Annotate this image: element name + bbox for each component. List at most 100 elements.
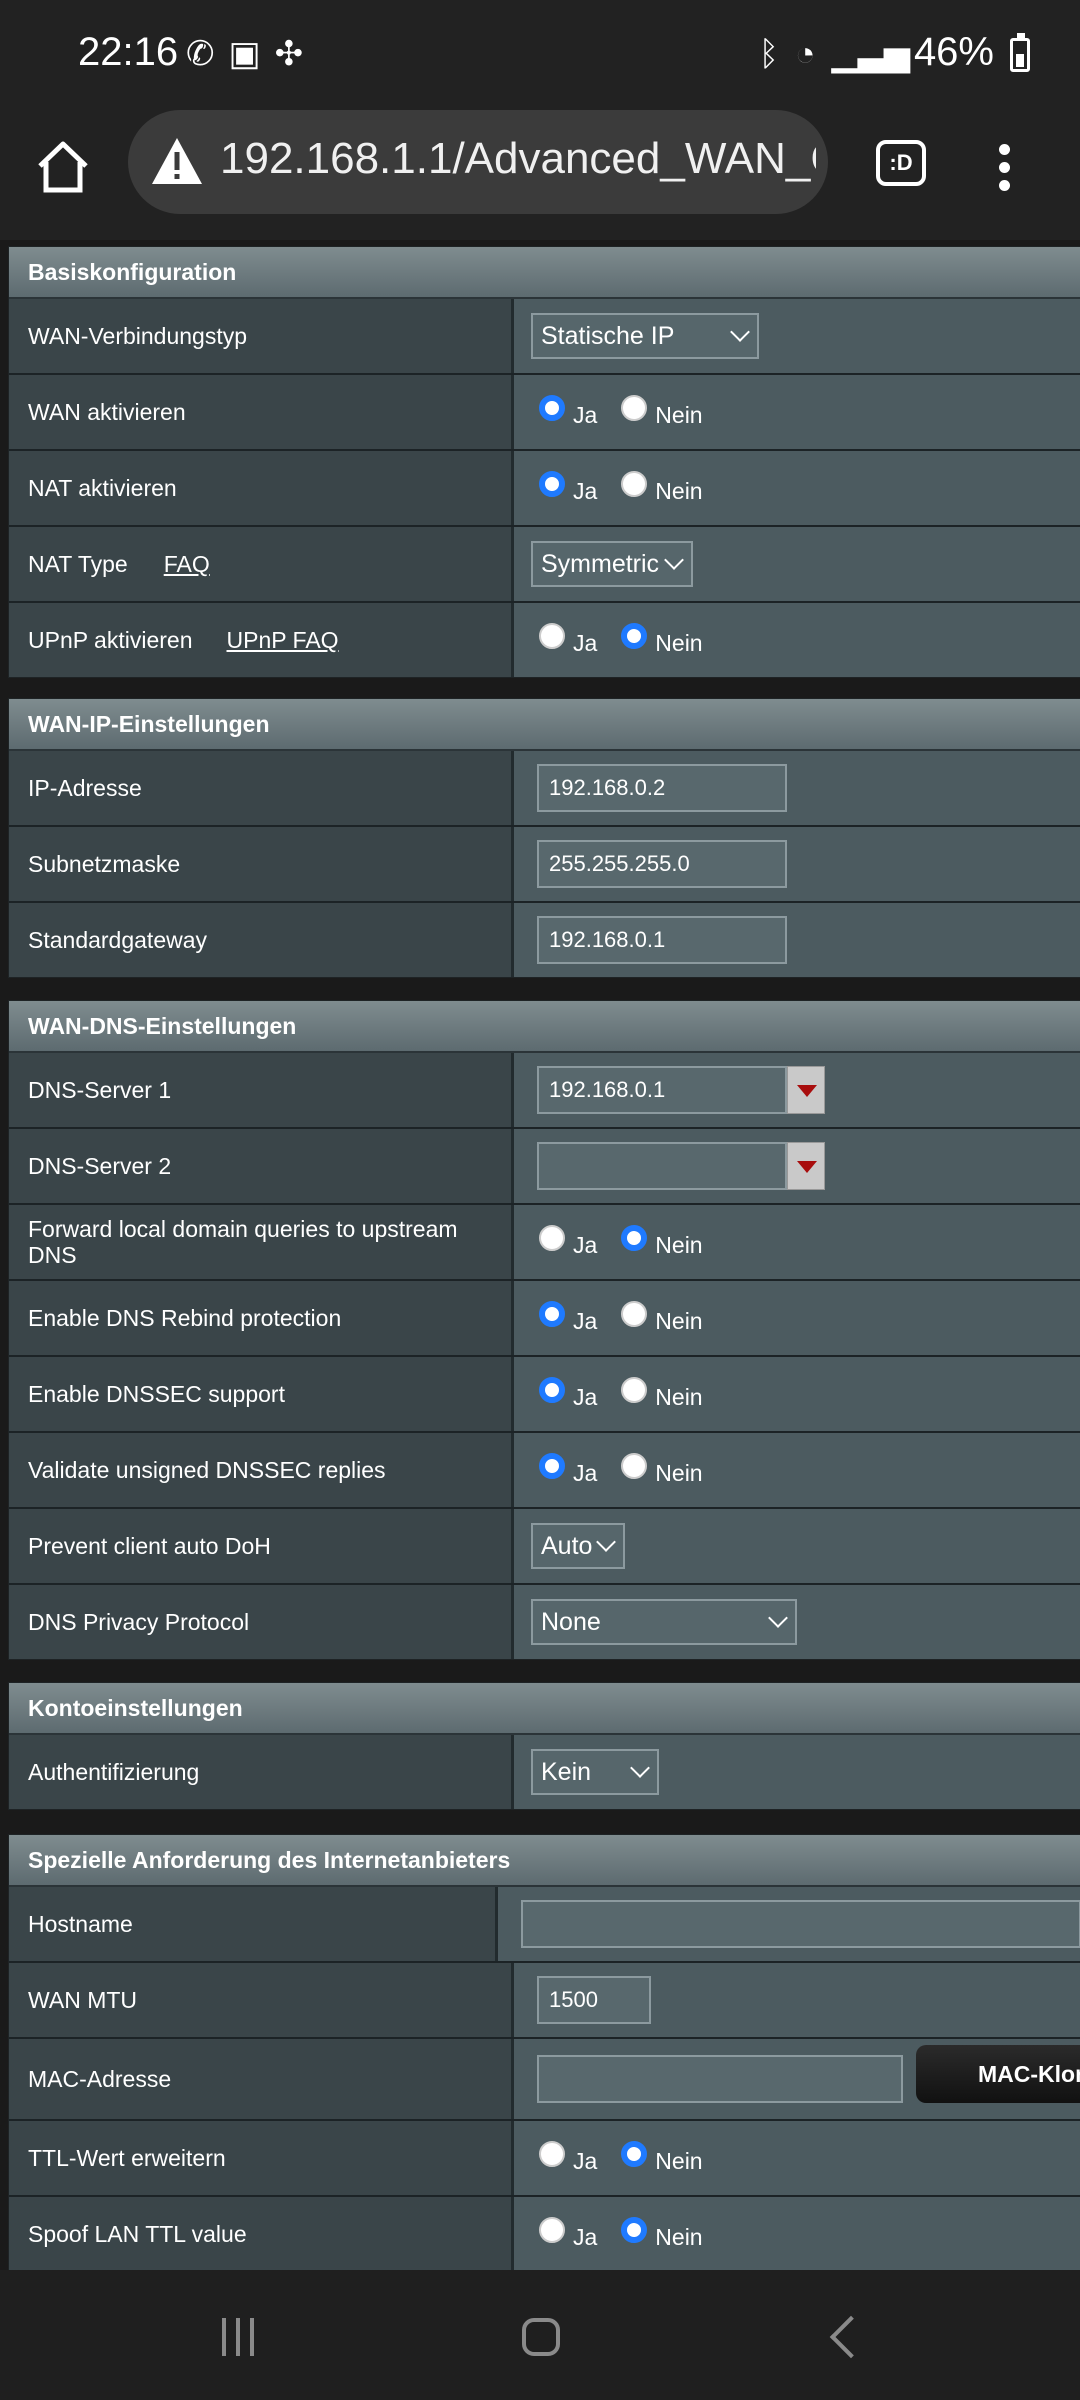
- doh-select[interactable]: Auto: [531, 1523, 625, 1569]
- radio-label: Nein: [655, 2223, 703, 2250]
- row-wan-enable: WAN aktivieren Ja Nein: [9, 375, 1080, 451]
- wan-type-select[interactable]: Statische IP: [531, 313, 759, 359]
- ip-address-input[interactable]: 192.168.0.2: [537, 764, 787, 812]
- section-title: Kontoeinstellungen: [9, 1683, 1080, 1735]
- row-validate-dnssec: Validate unsigned DNSSEC replies Ja Nein: [9, 1433, 1080, 1509]
- row-label: UPnP aktivieren UPnP FAQ: [9, 603, 514, 677]
- radio-label: Nein: [655, 1231, 703, 1258]
- notification-icons: ✆ ▣ ✣: [186, 34, 303, 74]
- router-settings-page: Basiskonfiguration WAN-Verbindungstyp St…: [0, 240, 1080, 2270]
- radio-yes[interactable]: [539, 1453, 565, 1479]
- radio-no[interactable]: [621, 1377, 648, 1403]
- row-dnssec: Enable DNSSEC support Ja Nein: [9, 1357, 1080, 1433]
- recent-apps-icon[interactable]: [222, 2318, 254, 2356]
- radio-no[interactable]: [621, 471, 648, 497]
- row-doh: Prevent client auto DoH Auto: [9, 1509, 1080, 1585]
- faq-link[interactable]: FAQ: [164, 551, 210, 578]
- row-gateway: Standardgateway 192.168.0.1: [9, 903, 1080, 977]
- row-wan-type: WAN-Verbindungstyp Statische IP: [9, 299, 1080, 375]
- tab-switcher-button[interactable]: :D: [876, 140, 926, 186]
- chevron-down-icon: [768, 1608, 788, 1628]
- row-label: Enable DNSSEC support: [9, 1357, 514, 1431]
- chevron-down-icon: [664, 550, 684, 570]
- row-nat-enable: NAT aktivieren Ja Nein: [9, 451, 1080, 527]
- system-nav-bar: [0, 2270, 1080, 2400]
- mac-address-input[interactable]: [537, 2055, 903, 2103]
- dns2-dropdown-button[interactable]: [787, 1142, 825, 1190]
- select-value: Statische IP: [541, 321, 675, 350]
- status-bar: 22:16 ✆ ▣ ✣ ᛒ ◔ ▁▃▅ 46%: [0, 0, 1080, 110]
- radio-label: Ja: [573, 2223, 598, 2250]
- radio-yes[interactable]: [539, 623, 565, 649]
- radio-no[interactable]: [621, 1225, 648, 1251]
- radio-no[interactable]: [621, 2141, 648, 2167]
- dns1-dropdown-button[interactable]: [787, 1066, 825, 1114]
- dns1-input[interactable]: 192.168.0.1: [537, 1066, 787, 1114]
- row-label: Authentifizierung: [9, 1735, 514, 1809]
- mac-clone-button[interactable]: MAC-Klon: [916, 2045, 1080, 2103]
- radio-no[interactable]: [621, 395, 648, 421]
- label-text: UPnP aktivieren: [28, 626, 193, 653]
- row-dns2: DNS-Server 2: [9, 1129, 1080, 1205]
- row-dns-privacy: DNS Privacy Protocol None: [9, 1585, 1080, 1659]
- radio-label: Ja: [573, 1307, 598, 1334]
- warning-icon[interactable]: [150, 134, 204, 188]
- section-title: WAN-IP-Einstellungen: [9, 699, 1080, 751]
- section-wan-dns: WAN-DNS-Einstellungen DNS-Server 1 192.1…: [8, 1000, 1080, 1660]
- home-icon[interactable]: [34, 138, 92, 196]
- row-label: Enable DNS Rebind protection: [9, 1281, 514, 1355]
- select-value: Auto: [541, 1531, 593, 1560]
- upnp-faq-link[interactable]: UPnP FAQ: [227, 627, 339, 654]
- nav-home-icon[interactable]: [522, 2318, 560, 2356]
- signal-icon: ▁▃▅: [831, 35, 910, 73]
- more-menu-icon[interactable]: [996, 144, 1012, 192]
- auth-select[interactable]: Kein: [531, 1749, 659, 1795]
- row-label: DNS-Server 1: [9, 1053, 514, 1127]
- gateway-input[interactable]: 192.168.0.1: [537, 916, 787, 964]
- radio-yes[interactable]: [539, 1225, 565, 1251]
- radio-yes[interactable]: [539, 2217, 565, 2243]
- radio-yes[interactable]: [539, 395, 565, 421]
- hostname-input[interactable]: [521, 1900, 1080, 1948]
- row-label: WAN aktivieren: [9, 375, 514, 449]
- row-ip: IP-Adresse 192.168.0.2: [9, 751, 1080, 827]
- radio-label: Ja: [573, 1231, 598, 1258]
- radio-no[interactable]: [621, 1453, 648, 1479]
- section-title: WAN-DNS-Einstellungen: [9, 1001, 1080, 1053]
- dns2-input[interactable]: [537, 1142, 787, 1190]
- whatsapp-icon: ✆: [186, 35, 215, 73]
- browser-toolbar: 192.168.1.1/Advanced_WAN_C :D: [0, 110, 1080, 240]
- row-dns1: DNS-Server 1 192.168.0.1: [9, 1053, 1080, 1129]
- chevron-down-icon: [596, 1532, 616, 1552]
- bluetooth-icon: ᛒ: [758, 35, 779, 73]
- radio-yes[interactable]: [539, 471, 565, 497]
- subnet-mask-input[interactable]: 255.255.255.0: [537, 840, 787, 888]
- chevron-down-icon: [630, 1758, 650, 1778]
- address-bar[interactable]: 192.168.1.1/Advanced_WAN_C: [128, 110, 828, 214]
- url-text[interactable]: 192.168.1.1/Advanced_WAN_C: [220, 134, 816, 184]
- section-title: Basiskonfiguration: [9, 247, 1080, 299]
- nat-type-select[interactable]: Symmetric: [531, 541, 693, 587]
- radio-yes[interactable]: [539, 1377, 565, 1403]
- row-dns-rebind: Enable DNS Rebind protection Ja Nein: [9, 1281, 1080, 1357]
- radio-yes[interactable]: [539, 1301, 565, 1327]
- row-nat-type: NAT Type FAQ Symmetric: [9, 527, 1080, 603]
- radio-no[interactable]: [621, 2217, 648, 2243]
- row-label: Hostname: [9, 1887, 498, 1961]
- radio-no[interactable]: [621, 1301, 648, 1327]
- row-subnet: Subnetzmaske 255.255.255.0: [9, 827, 1080, 903]
- radio-label: Nein: [655, 1459, 703, 1486]
- mtu-input[interactable]: 1500: [537, 1976, 651, 2024]
- dns-privacy-select[interactable]: None: [531, 1599, 797, 1645]
- radio-label: Nein: [655, 1383, 703, 1410]
- image-icon: ▣: [228, 35, 261, 73]
- row-ttl: TTL-Wert erweitern Ja Nein: [9, 2121, 1080, 2197]
- system-icons: ᛒ ◔ ▁▃▅: [759, 34, 910, 74]
- radio-label: Ja: [573, 1459, 598, 1486]
- radio-yes[interactable]: [539, 2141, 565, 2167]
- back-icon[interactable]: [829, 2315, 873, 2359]
- row-label: Prevent client auto DoH: [9, 1509, 514, 1583]
- row-upnp: UPnP aktivieren UPnP FAQ Ja Nein: [9, 603, 1080, 677]
- radio-no[interactable]: [621, 623, 648, 649]
- status-time: 22:16: [78, 30, 179, 74]
